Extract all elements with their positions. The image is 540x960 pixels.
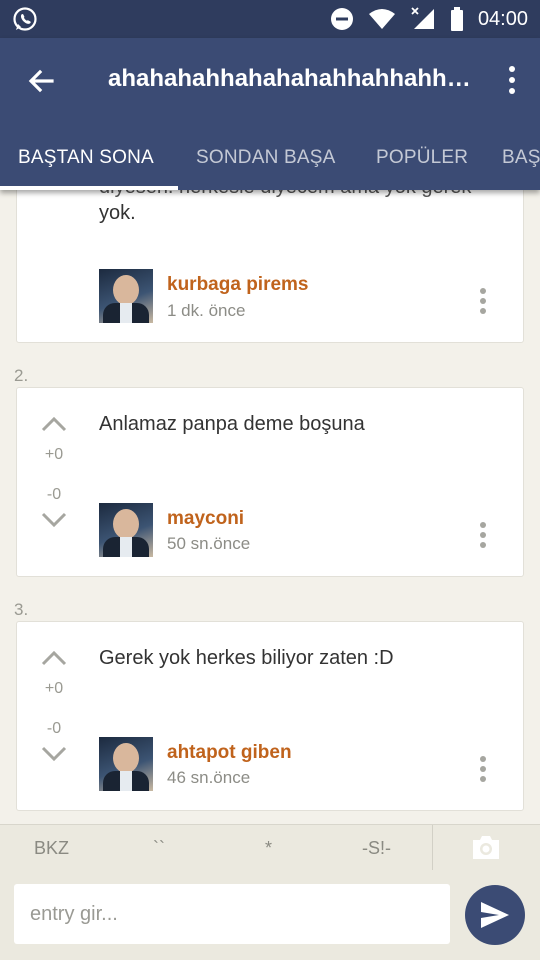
entry-menu-icon[interactable] [479, 287, 487, 315]
entry-author[interactable]: kurbaga pirems [167, 274, 309, 296]
entry-time: 1 dk. önce [167, 301, 246, 320]
bkz-button[interactable]: BKZ [34, 838, 69, 859]
tab-sondan-basa[interactable]: SONDAN BAŞA [196, 147, 335, 169]
upvote-count: +0 [44, 446, 64, 463]
tab-bas[interactable]: BAŞ [502, 147, 540, 169]
app-bar: ahahahahhahahahahhahhahhahhahhahha BAŞTA… [0, 38, 540, 190]
entry-number: 3. [14, 600, 29, 619]
entry-input[interactable] [14, 884, 450, 944]
format-toolbar: BKZ `` * -S!- [0, 824, 540, 871]
entry-text: Gerek yok herkes biliyor zaten :D [99, 647, 394, 669]
composer [0, 870, 540, 960]
downvote-icon[interactable] [41, 746, 67, 762]
entry-text: yok. [99, 202, 136, 224]
entry-text: Anlamaz panpa deme boşuna [99, 413, 365, 435]
active-tab-indicator [0, 186, 178, 190]
send-button[interactable] [465, 885, 525, 945]
star-button[interactable]: * [265, 838, 272, 859]
spoiler-button[interactable]: -S!- [362, 838, 391, 859]
entry-card: +0 -0 Gerek yok herkes biliyor zaten :D … [16, 621, 524, 811]
upvote-group: +0 [39, 416, 69, 464]
downvote-count: -0 [46, 486, 62, 503]
back-arrow-icon[interactable] [24, 64, 58, 98]
entry-card: diyesen. herkesle diyecem ama yok gerek … [16, 190, 524, 343]
toolbar-divider [432, 825, 433, 871]
tab-bar: BAŞTAN SONA SONDAN BAŞA POPÜLER BAŞ [0, 136, 540, 190]
downvote-group: -0 [39, 486, 69, 528]
page-title: ahahahahhahahahahhahhahhahhahhahha [108, 65, 478, 92]
entry-author[interactable]: mayconi [167, 508, 244, 530]
entry-author[interactable]: ahtapot giben [167, 742, 292, 764]
avatar[interactable] [99, 503, 153, 557]
entry-number: 2. [14, 366, 29, 385]
tab-bastan-sona[interactable]: BAŞTAN SONA [18, 147, 154, 169]
entry-time: 46 sn.önce [167, 768, 251, 787]
backtick-button[interactable]: `` [153, 838, 165, 859]
battery-icon [450, 7, 463, 31]
wifi-icon [368, 9, 395, 29]
downvote-group: -0 [39, 720, 69, 762]
upvote-count: +0 [44, 680, 64, 697]
avatar[interactable] [99, 737, 153, 791]
downvote-icon[interactable] [41, 512, 67, 528]
send-icon [481, 902, 509, 928]
entry-text-cut: diyesen. herkesle diyecem ama yok gerek [99, 190, 499, 200]
status-time: 04:00 [477, 7, 528, 30]
entry-menu-icon[interactable] [479, 755, 487, 783]
upvote-group: +0 [39, 650, 69, 698]
overflow-menu-icon[interactable] [504, 62, 520, 98]
do-not-disturb-icon [330, 8, 353, 30]
tab-populer[interactable]: POPÜLER [376, 147, 468, 169]
entry-menu-icon[interactable] [479, 521, 487, 549]
downvote-count: -0 [46, 720, 62, 737]
status-bar: 04:00 [0, 0, 540, 38]
upvote-icon[interactable] [41, 416, 67, 432]
signal-icon [411, 7, 434, 29]
upvote-icon[interactable] [41, 650, 67, 666]
entry-card: +0 -0 Anlamaz panpa deme boşuna mayconi … [16, 387, 524, 577]
avatar[interactable] [99, 269, 153, 323]
entry-list[interactable]: diyesen. herkesle diyecem ama yok gerek … [0, 190, 540, 824]
entry-time: 50 sn.önce [167, 534, 251, 553]
whatsapp-icon [13, 7, 37, 31]
camera-icon[interactable] [470, 833, 502, 861]
